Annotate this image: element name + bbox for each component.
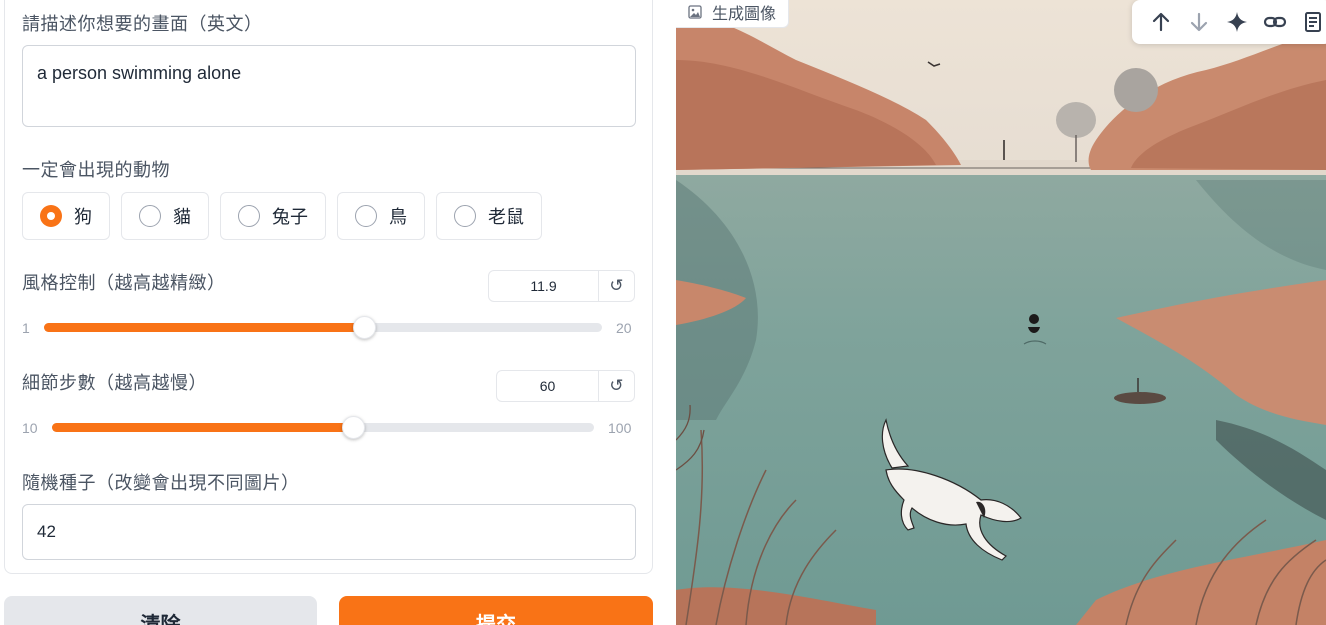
style-slider-max: 20: [616, 320, 632, 336]
settings-form-panel: 請描述你想要的畫面（英文） a person swimming alone 一定…: [4, 0, 653, 574]
radio-unchecked-icon: [454, 205, 476, 227]
radio-option-cat[interactable]: 貓: [121, 192, 209, 240]
output-label-text: 生成圖像: [712, 3, 777, 23]
radio-option-bird[interactable]: 鳥: [337, 192, 425, 240]
radio-option-label: 兔子: [272, 207, 308, 228]
radio-option-mouse[interactable]: 老鼠: [436, 192, 542, 240]
steps-slider-thumb[interactable]: [342, 416, 366, 439]
image-toolbar: [1132, 0, 1326, 44]
document-button[interactable]: [1294, 0, 1326, 44]
reset-icon: ↺: [609, 276, 624, 296]
steps-slider-min: 10: [22, 420, 38, 436]
clear-button[interactable]: 清除: [4, 596, 317, 625]
link-icon: [1263, 16, 1287, 28]
submit-button[interactable]: 提交: [339, 596, 653, 625]
link-button[interactable]: [1256, 0, 1294, 44]
style-slider[interactable]: [44, 316, 602, 339]
radio-unchecked-icon: [238, 205, 260, 227]
reset-icon: ↺: [609, 376, 624, 396]
radio-option-label: 鳥: [389, 207, 407, 228]
style-number-input[interactable]: 11.9: [489, 271, 598, 301]
steps-slider-max: 100: [608, 420, 632, 436]
radio-unchecked-icon: [139, 205, 161, 227]
radio-option-dog[interactable]: 狗: [22, 192, 110, 240]
prompt-label: 請描述你想要的畫面（英文）: [22, 14, 263, 35]
sparkle-icon: [1227, 12, 1247, 32]
steps-reset-button[interactable]: ↺: [598, 371, 634, 401]
radio-unchecked-icon: [355, 205, 377, 227]
sparkle-button[interactable]: [1218, 0, 1256, 44]
radio-option-label: 老鼠: [488, 207, 524, 228]
steps-number-field: 60 ↺: [496, 370, 635, 402]
generated-image-illustration: [676, 0, 1326, 625]
radio-checked-icon: [40, 205, 62, 227]
steps-slider-label: 細節步數（越高越慢）: [22, 373, 207, 394]
style-slider-thumb[interactable]: [353, 316, 377, 339]
prompt-textarea[interactable]: a person swimming alone: [22, 45, 636, 127]
steps-slider-fill: [52, 423, 354, 432]
style-slider-label: 風格控制（越高越精緻）: [22, 273, 226, 294]
style-slider-min: 1: [22, 320, 30, 336]
animal-radio-group: 狗 貓 兔子 鳥 老鼠: [22, 192, 542, 240]
radio-option-label: 貓: [173, 207, 191, 228]
document-icon: [1305, 12, 1321, 32]
seed-input[interactable]: 42: [22, 504, 636, 560]
output-image-label: 生成圖像: [676, 0, 790, 28]
seed-label: 隨機種子（改變會出現不同圖片）: [22, 473, 300, 494]
steps-slider[interactable]: [52, 416, 594, 439]
move-down-button[interactable]: [1180, 0, 1218, 44]
animal-label: 一定會出現的動物: [22, 160, 170, 181]
move-up-button[interactable]: [1142, 0, 1180, 44]
image-icon: [688, 4, 702, 19]
style-slider-fill: [44, 323, 365, 332]
generated-image: [676, 0, 1326, 625]
radio-option-rabbit[interactable]: 兔子: [220, 192, 326, 240]
style-reset-button[interactable]: ↺: [598, 271, 634, 301]
style-number-field: 11.9 ↺: [488, 270, 635, 302]
arrow-down-icon: [1190, 12, 1208, 32]
radio-option-label: 狗: [74, 207, 92, 228]
steps-number-input[interactable]: 60: [497, 371, 598, 401]
arrow-up-icon: [1152, 12, 1170, 32]
